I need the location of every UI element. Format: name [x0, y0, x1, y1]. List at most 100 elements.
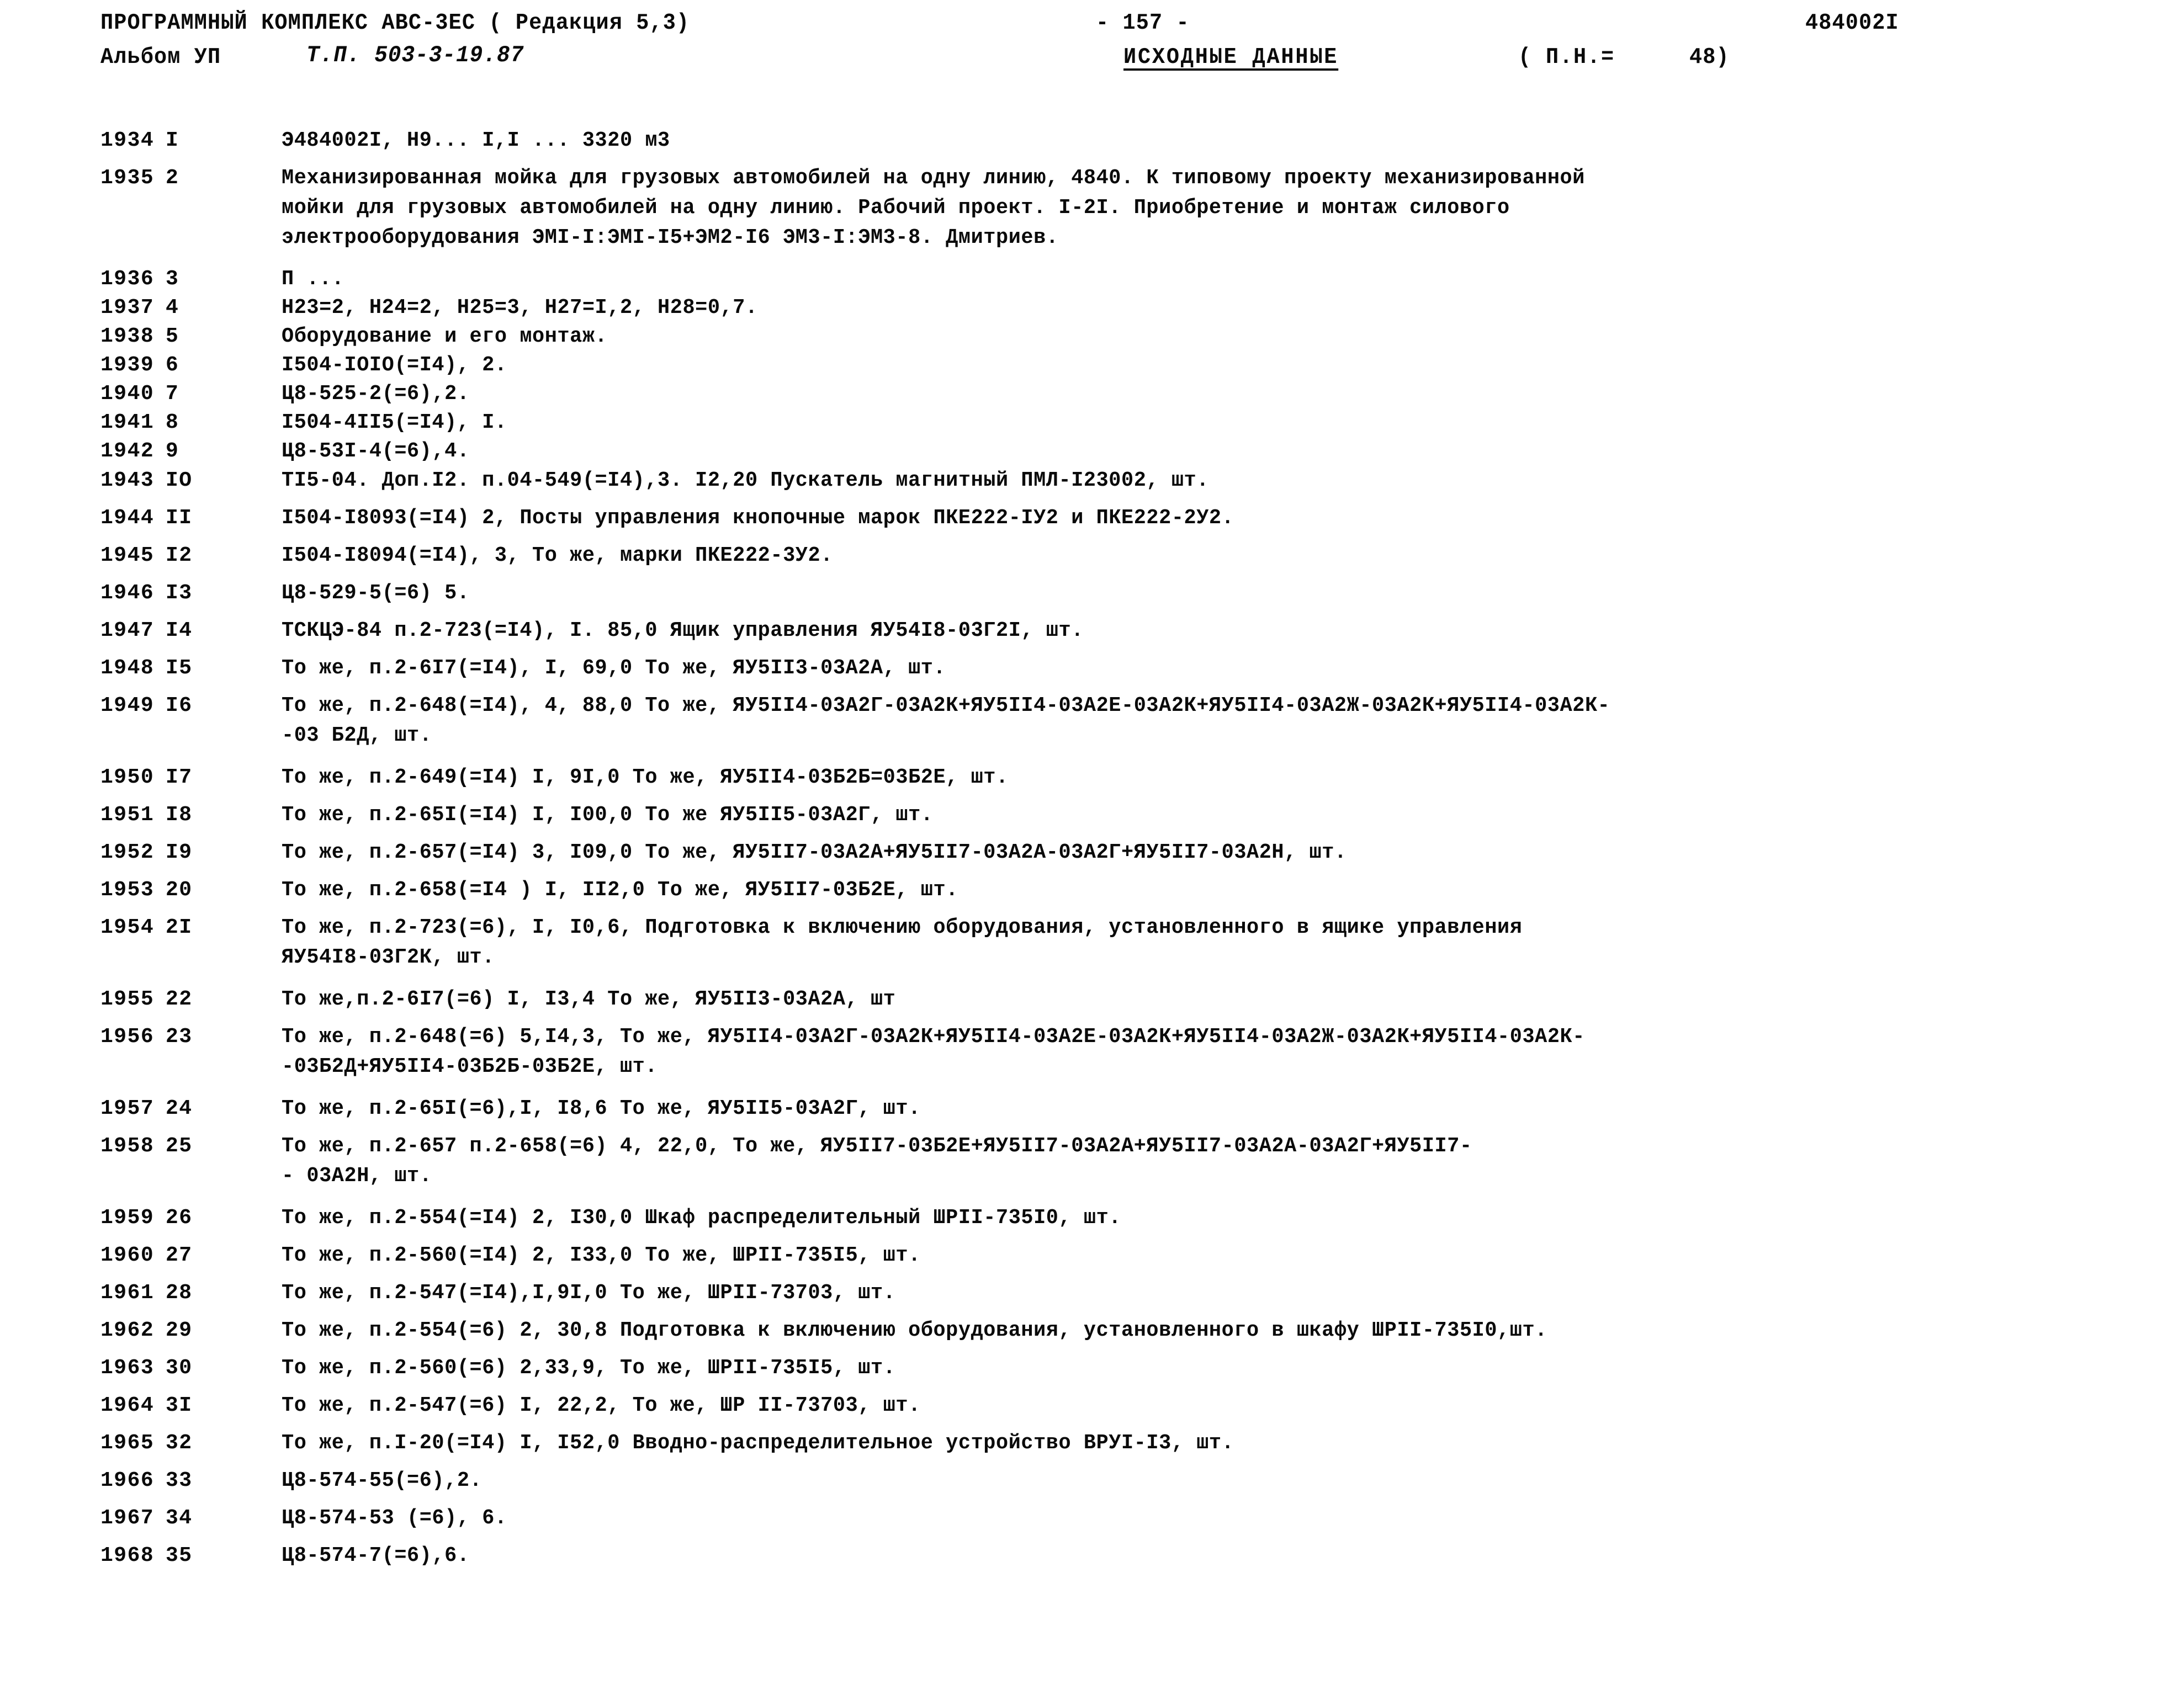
row-spacer [0, 1191, 2184, 1203]
row-description-cell: Оборудование и его монтаж. [282, 322, 2127, 351]
row-description-cell: То же, п.2-6I7(=I4), I, 69,0 То же, ЯУ5I… [282, 653, 2127, 683]
row-description-line: Э484002I, Н9... I,I ... 3320 м3 [282, 129, 670, 152]
row-code-cell: 1948 [100, 656, 155, 680]
row-description-cell: То же, п.2-554(=6) 2, 30,8 Подготовка к … [282, 1316, 2127, 1346]
table-row: 1938 5 Оборудование и его монтаж. [0, 322, 2184, 351]
table-row: 1955 22 То же,п.2-6I7(=6) I, I3,4 То же, Я… [0, 985, 2184, 1014]
row-description-cell: То же, п.2-657(=I4) 3, I09,0 То же, ЯУ5I… [282, 838, 2127, 868]
table-row-inner: 1957 24 То же, п.2-65I(=6),I, I8,6 То же, … [0, 1094, 2184, 1124]
row-number-cell: I2 [166, 544, 193, 567]
row-number-cell: IO [166, 469, 193, 492]
table-row: 1951 I8 То же, п.2-65I(=I4) I, I00,0 То же… [0, 800, 2184, 830]
table-row: 1935 2 Механизированная мойка для грузовых… [0, 163, 2184, 253]
row-description-line: То же, п.2-65I(=6),I, I8,6 То же, ЯУ5II5… [282, 1097, 921, 1120]
row-description-line: То же, п.2-547(=6) I, 22,2, То же, ШР II… [282, 1394, 921, 1417]
row-number-cell: 34 [166, 1506, 193, 1530]
data-table: 1934 I Э484002I, Н9... I,I ... 3320 м3 1935… [0, 126, 2184, 1579]
row-spacer [0, 868, 2184, 875]
row-description-cell: То же, п.2-723(=6), I, I0,6, Подготовка … [282, 913, 2127, 973]
row-description-line: То же, п.2-560(=6) 2,33,9, То же, ШРII-7… [282, 1356, 896, 1380]
table-row: 1964 3I То же, п.2-547(=6) I, 22,2, То же,… [0, 1391, 2184, 1421]
row-number-cell: I6 [166, 694, 193, 718]
row-number-cell: II [166, 506, 193, 530]
row-spacer [0, 1308, 2184, 1316]
row-description-cell: Ц8-53I-4(=6),4. [282, 437, 2127, 466]
row-code-cell: 1957 [100, 1097, 155, 1120]
row-number-cell: I7 [166, 766, 193, 789]
table-row: 1944 II I504-I8093(=I4) 2, Посты управлени… [0, 503, 2184, 533]
row-description-cell: Ц8-574-53 (=6), 6. [282, 1503, 2127, 1533]
row-description-line: То же, п.2-658(=I4 ) I, II2,0 То же, ЯУ5… [282, 878, 958, 902]
row-description-line: I504-I8093(=I4) 2, Посты управления кноп… [282, 506, 1234, 530]
row-description-line: Ц8-529-5(=6) 5. [282, 581, 470, 605]
row-description-line: То же, п.2-560(=I4) 2, I33,0 То же, ШРII… [282, 1244, 921, 1267]
row-number-cell: 26 [166, 1206, 193, 1230]
row-description-cell: То же, п.2-547(=6) I, 22,2, То же, ШР II… [282, 1391, 2127, 1421]
row-number-cell: 27 [166, 1244, 193, 1267]
pn-value: 48) [1689, 45, 1730, 70]
table-row: 1963 30 То же, п.2-560(=6) 2,33,9, То же, … [0, 1353, 2184, 1383]
table-row: 1937 4 Н23=2, Н24=2, Н25=3, Н27=I,2, Н28=0… [0, 294, 2184, 322]
table-row-inner: 1948 I5 То же, п.2-6I7(=I4), I, 69,0 То же… [0, 653, 2184, 683]
row-code-cell: 1952 [100, 841, 155, 864]
row-code-cell: 1949 [100, 694, 155, 718]
row-description-line: То же, п.2-649(=I4) I, 9I,0 То же, ЯУ5II… [282, 766, 1009, 789]
row-description-line: То же, п.2-65I(=I4) I, I00,0 То же ЯУ5II… [282, 803, 934, 827]
table-row: 1958 25 То же, п.2-657 п.2-658(=6) 4, 22,0… [0, 1131, 2184, 1191]
row-spacer [0, 1496, 2184, 1503]
row-number-cell: I8 [166, 803, 193, 827]
row-code-cell: 1950 [100, 766, 155, 789]
table-row-inner: 1949 I6 То же, п.2-648(=I4), 4, 88,0 То же… [0, 691, 2184, 751]
table-row-inner: 1945 I2 I504-I8094(=I4), 3, То же, марки П… [0, 541, 2184, 571]
row-number-cell: 6 [166, 353, 179, 377]
table-row: 1966 33 Ц8-574-55(=6),2. [0, 1466, 2184, 1496]
table-row: 1960 27 То же, п.2-560(=I4) 2, I33,0 То же… [0, 1241, 2184, 1271]
row-code-cell: 1953 [100, 878, 155, 902]
row-description-line: То же, п.2-554(=6) 2, 30,8 Подготовка к … [282, 1319, 1547, 1342]
album-label: Альбом УП [100, 45, 221, 70]
row-code-cell: 1936 [100, 267, 155, 291]
table-row-inner: 1938 5 Оборудование и его монтаж. [0, 322, 2184, 351]
header-row-bottom: Альбом УП Т.П. 503-3-19.87 ИСХОДНЫЕ ДАНН… [0, 42, 2184, 73]
row-description-continuation: -03Б2Д+ЯУ5II4-03Б2Б-03Б2Е, шт. [282, 1055, 658, 1078]
row-code-cell: 1959 [100, 1206, 155, 1230]
row-description-line: То же, п.2-547(=I4),I,9I,0 То же, ШРII-7… [282, 1281, 896, 1305]
row-spacer [0, 1571, 2184, 1579]
table-row-inner: 1966 33 Ц8-574-55(=6),2. [0, 1466, 2184, 1496]
row-description-cell: То же, п.2-554(=I4) 2, I30,0 Шкаф распре… [282, 1203, 2127, 1233]
table-row-inner: 1964 3I То же, п.2-547(=6) I, 22,2, То же,… [0, 1391, 2184, 1421]
row-description-line: То же, п.2-6I7(=I4), I, 69,0 То же, ЯУ5I… [282, 656, 946, 680]
row-number-cell: I4 [166, 619, 193, 642]
row-spacer [0, 905, 2184, 913]
table-row-inner: 1950 I7 То же, п.2-649(=I4) I, 9I,0 То же,… [0, 763, 2184, 793]
row-number-cell: 4 [166, 296, 179, 320]
row-spacer [0, 1271, 2184, 1278]
row-description-line: Ц8-574-7(=6),6. [282, 1544, 470, 1568]
row-code-cell: 1935 [100, 166, 155, 190]
table-row-inner: 1967 34 Ц8-574-53 (=6), 6. [0, 1503, 2184, 1533]
row-code-cell: 1951 [100, 803, 155, 827]
row-spacer [0, 1346, 2184, 1353]
row-description-cell: ТI5-04. Доп.I2. п.04-549(=I4),3. I2,20 П… [282, 466, 2127, 496]
row-description-cell: То же, п.2-560(=6) 2,33,9, То же, ШРII-7… [282, 1353, 2127, 1383]
row-description-cell: То же, п.2-649(=I4) I, 9I,0 То же, ЯУ5II… [282, 763, 2127, 793]
row-description-cell: I504-4II5(=I4), I. [282, 408, 2127, 437]
row-spacer [0, 1458, 2184, 1466]
row-spacer [0, 751, 2184, 763]
row-description-line: Ц8-525-2(=6),2. [282, 382, 470, 406]
row-spacer [0, 646, 2184, 653]
row-number-cell: 3 [166, 267, 179, 291]
row-description-line: П ... [282, 267, 344, 291]
row-description-line: Ц8-574-55(=6),2. [282, 1469, 483, 1492]
row-description-cell: То же, п.2-648(=6) 5,I4,3, То же, ЯУ5II4… [282, 1022, 2127, 1082]
row-spacer [0, 156, 2184, 163]
row-code-cell: 1938 [100, 325, 155, 348]
row-spacer [0, 973, 2184, 985]
row-description-cell: То же, п.2-648(=I4), 4, 88,0 То же, ЯУ5I… [282, 691, 2127, 751]
row-number-cell: 35 [166, 1544, 193, 1568]
table-row-inner: 1962 29 То же, п.2-554(=6) 2, 30,8 Подгото… [0, 1316, 2184, 1346]
row-description-continuation: -03 Б2Д, шт. [282, 724, 432, 747]
table-row: 1940 7 Ц8-525-2(=6),2. [0, 380, 2184, 408]
table-row-inner: 1963 30 То же, п.2-560(=6) 2,33,9, То же, … [0, 1353, 2184, 1383]
row-number-cell: 2I [166, 916, 193, 939]
